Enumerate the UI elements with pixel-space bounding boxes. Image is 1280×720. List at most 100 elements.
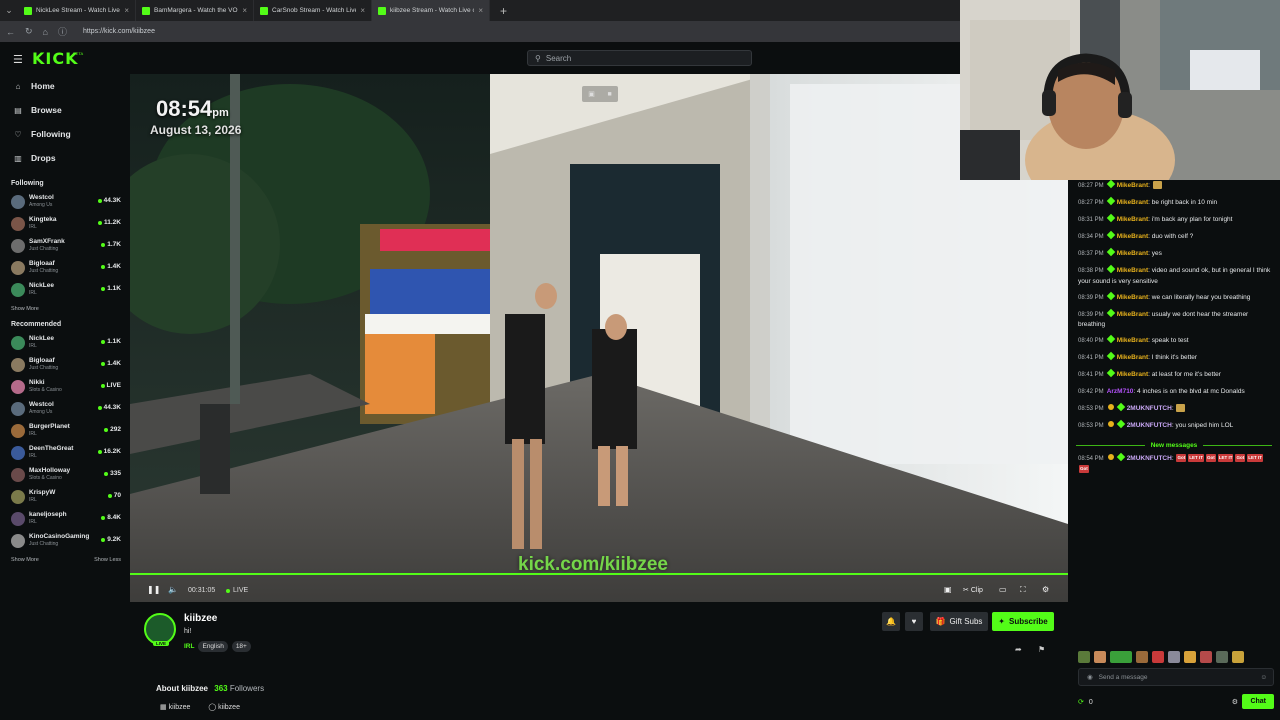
video-player[interactable]: 08:54pm August 13, 2026 ▣ ■ kick.com/kii… xyxy=(130,74,1068,602)
channel-item[interactable]: MaxHolloway Slots & Casino 335 xyxy=(0,465,130,487)
channel-item[interactable]: Kingteka IRL 11.2K xyxy=(0,214,130,236)
report-icon[interactable]: ⚑ xyxy=(1038,645,1045,654)
tag-language[interactable]: English xyxy=(198,641,228,652)
emote-icon[interactable] xyxy=(1110,651,1132,663)
chat-username[interactable]: MikeBrant xyxy=(1117,267,1148,274)
theater-icon[interactable]: ■ xyxy=(607,91,611,98)
menu-icon[interactable]: ☰ xyxy=(13,53,23,66)
emote-icon[interactable] xyxy=(1168,651,1180,663)
close-tab-icon[interactable]: × xyxy=(124,6,129,15)
chat-username[interactable]: MikeBrant xyxy=(1117,354,1148,361)
new-tab-button[interactable]: + xyxy=(490,4,507,18)
channel-item[interactable]: KinoCasinoGaming Just Chatting 9.2K xyxy=(0,531,130,553)
channel-item[interactable]: Westcol Among Us 44.3K xyxy=(0,399,130,421)
stream-category[interactable]: IRL xyxy=(184,643,194,650)
emoji-icon[interactable]: ☺ xyxy=(1260,674,1267,681)
chat-send-button[interactable]: Chat xyxy=(1242,694,1274,709)
new-messages-divider[interactable]: New messages xyxy=(1068,438,1280,452)
chat-username[interactable]: 2MUKNFUTCH xyxy=(1127,455,1172,462)
chat-username[interactable]: MikeBrant xyxy=(1117,182,1148,189)
chat-username[interactable]: MikeBrant xyxy=(1117,337,1148,344)
subscribe-button[interactable]: ✦ Subscribe xyxy=(992,612,1054,631)
points-icon[interactable]: ⟳ xyxy=(1078,698,1084,706)
close-tab-icon[interactable]: × xyxy=(242,6,247,15)
recommended-show-less[interactable]: Show Less xyxy=(94,557,121,563)
theater-mode-icon[interactable]: ▭ xyxy=(999,585,1007,594)
chat-username[interactable]: 2MUKNFUTCH xyxy=(1127,405,1172,412)
emote-icon[interactable] xyxy=(1216,651,1228,663)
chat-username[interactable]: MikeBrant xyxy=(1117,199,1148,206)
sidebar-item-home[interactable]: ⌂ Home xyxy=(0,74,130,98)
emote-icon[interactable] xyxy=(1136,651,1148,663)
tab-list-chevron-icon[interactable]: ⌄ xyxy=(0,0,18,21)
channel-item[interactable]: kaneljoseph IRL 8.4K xyxy=(0,509,130,531)
channel-item[interactable]: Bigloaaf Just Chatting 1.4K xyxy=(0,355,130,377)
channel-item[interactable]: Bigloaaf Just Chatting 1.4K xyxy=(0,258,130,280)
fullscreen-icon[interactable]: ⛶ xyxy=(1020,585,1026,595)
channel-item[interactable]: Westcol Among Us 44.3K xyxy=(0,192,130,214)
close-tab-icon[interactable]: × xyxy=(478,6,483,15)
gift-subs-button[interactable]: 🎁 Gift Subs xyxy=(930,612,988,631)
search-input[interactable]: ⚲ Search xyxy=(527,50,752,66)
channel-item[interactable]: NickLee IRL 1.1K xyxy=(0,280,130,302)
chat-badge-icon[interactable]: ◉ xyxy=(1087,673,1093,681)
chat-username[interactable]: MikeBrant xyxy=(1117,371,1148,378)
chat-username[interactable]: MikeBrant xyxy=(1117,250,1148,257)
recommended-show-more[interactable]: Show More xyxy=(11,557,39,563)
emote-icon[interactable] xyxy=(1152,651,1164,663)
emote-icon[interactable] xyxy=(1200,651,1212,663)
player-top-controls[interactable]: ▣ ■ xyxy=(582,86,618,102)
social-link-instagram[interactable]: ◯ kiibzee xyxy=(208,703,240,711)
volume-icon[interactable]: 🔈 xyxy=(168,585,178,594)
progress-bar[interactable] xyxy=(130,573,1068,575)
channel-item[interactable]: DeenTheGreat IRL 16.2K xyxy=(0,443,130,465)
channel-item[interactable]: Nikki Slots & Casino LIVE xyxy=(0,377,130,399)
chat-username[interactable]: MikeBrant xyxy=(1117,233,1148,240)
chat-settings-icon[interactable]: ⚙ xyxy=(1232,698,1238,706)
screenshot-icon[interactable]: ▣ xyxy=(944,585,952,594)
browser-tab[interactable]: kiibzee Stream - Watch Live o × xyxy=(372,0,490,21)
emote-icon[interactable] xyxy=(1232,651,1244,663)
tag-mature[interactable]: 18+ xyxy=(231,641,251,652)
chat-username[interactable]: MikeBrant xyxy=(1117,294,1148,301)
notification-bell-icon[interactable]: 🔔 xyxy=(882,612,900,631)
subscriber-badge-icon xyxy=(1106,334,1115,344)
site-info-icon[interactable]: ⓘ xyxy=(58,25,67,38)
sidebar-item-following[interactable]: ♡ Following xyxy=(0,122,130,146)
channel-item[interactable]: SamXFrank Just Chatting 1.7K xyxy=(0,236,130,258)
sidebar-item-drops[interactable]: ▥ Drops xyxy=(0,146,130,170)
home-browser-icon[interactable]: ⌂ xyxy=(43,27,48,37)
emote-icon[interactable] xyxy=(1078,651,1090,663)
channel-avatar xyxy=(11,424,25,438)
reload-icon[interactable]: ↻ xyxy=(25,26,33,37)
browser-tab[interactable]: NickLee Stream - Watch Live o × xyxy=(18,0,136,21)
pip-icon[interactable]: ▣ xyxy=(588,90,595,98)
close-tab-icon[interactable]: × xyxy=(360,6,365,15)
streamer-name[interactable]: kiibzee xyxy=(184,613,217,624)
chat-username[interactable]: 2MUKNFUTCH xyxy=(1127,422,1172,429)
channel-avatar xyxy=(11,402,25,416)
sidebar-item-browse[interactable]: ▤ Browse xyxy=(0,98,130,122)
emote-icon[interactable] xyxy=(1094,651,1106,663)
channel-item[interactable]: KrispyW IRL 70 xyxy=(0,487,130,509)
browser-tab[interactable]: BamMargera - Watch the VOD on × xyxy=(136,0,254,21)
clip-button[interactable]: ✂ Clip xyxy=(963,586,983,594)
share-icon[interactable]: ➦ xyxy=(1015,645,1022,654)
chat-username[interactable]: MikeBrant xyxy=(1117,311,1148,318)
settings-gear-icon[interactable]: ⚙ xyxy=(1042,585,1049,594)
chat-username[interactable]: MikeBrant xyxy=(1117,216,1148,223)
pause-icon[interactable]: ❚❚ xyxy=(147,585,160,594)
social-link-kick[interactable]: ▦ kiibzee xyxy=(160,703,190,711)
browser-tab[interactable]: CarSnob Stream - Watch Live × xyxy=(254,0,372,21)
following-show-more[interactable]: Show More xyxy=(11,306,39,312)
live-indicator[interactable]: LIVE xyxy=(226,587,248,594)
chat-message-input[interactable]: ◉ Send a message ☺ xyxy=(1078,668,1274,686)
url-field[interactable]: https://kick.com/kiibzee xyxy=(83,28,155,35)
back-icon[interactable]: ← xyxy=(6,27,15,37)
chat-username[interactable]: ArzM710 xyxy=(1107,388,1134,395)
kick-logo[interactable]: KICK xyxy=(32,49,79,68)
channel-item[interactable]: NickLee IRL 1.1K xyxy=(0,333,130,355)
channel-item[interactable]: BurgerPlanet IRL 292 xyxy=(0,421,130,443)
emote-icon[interactable] xyxy=(1184,651,1196,663)
follow-heart-icon[interactable]: ♥ xyxy=(905,612,923,631)
